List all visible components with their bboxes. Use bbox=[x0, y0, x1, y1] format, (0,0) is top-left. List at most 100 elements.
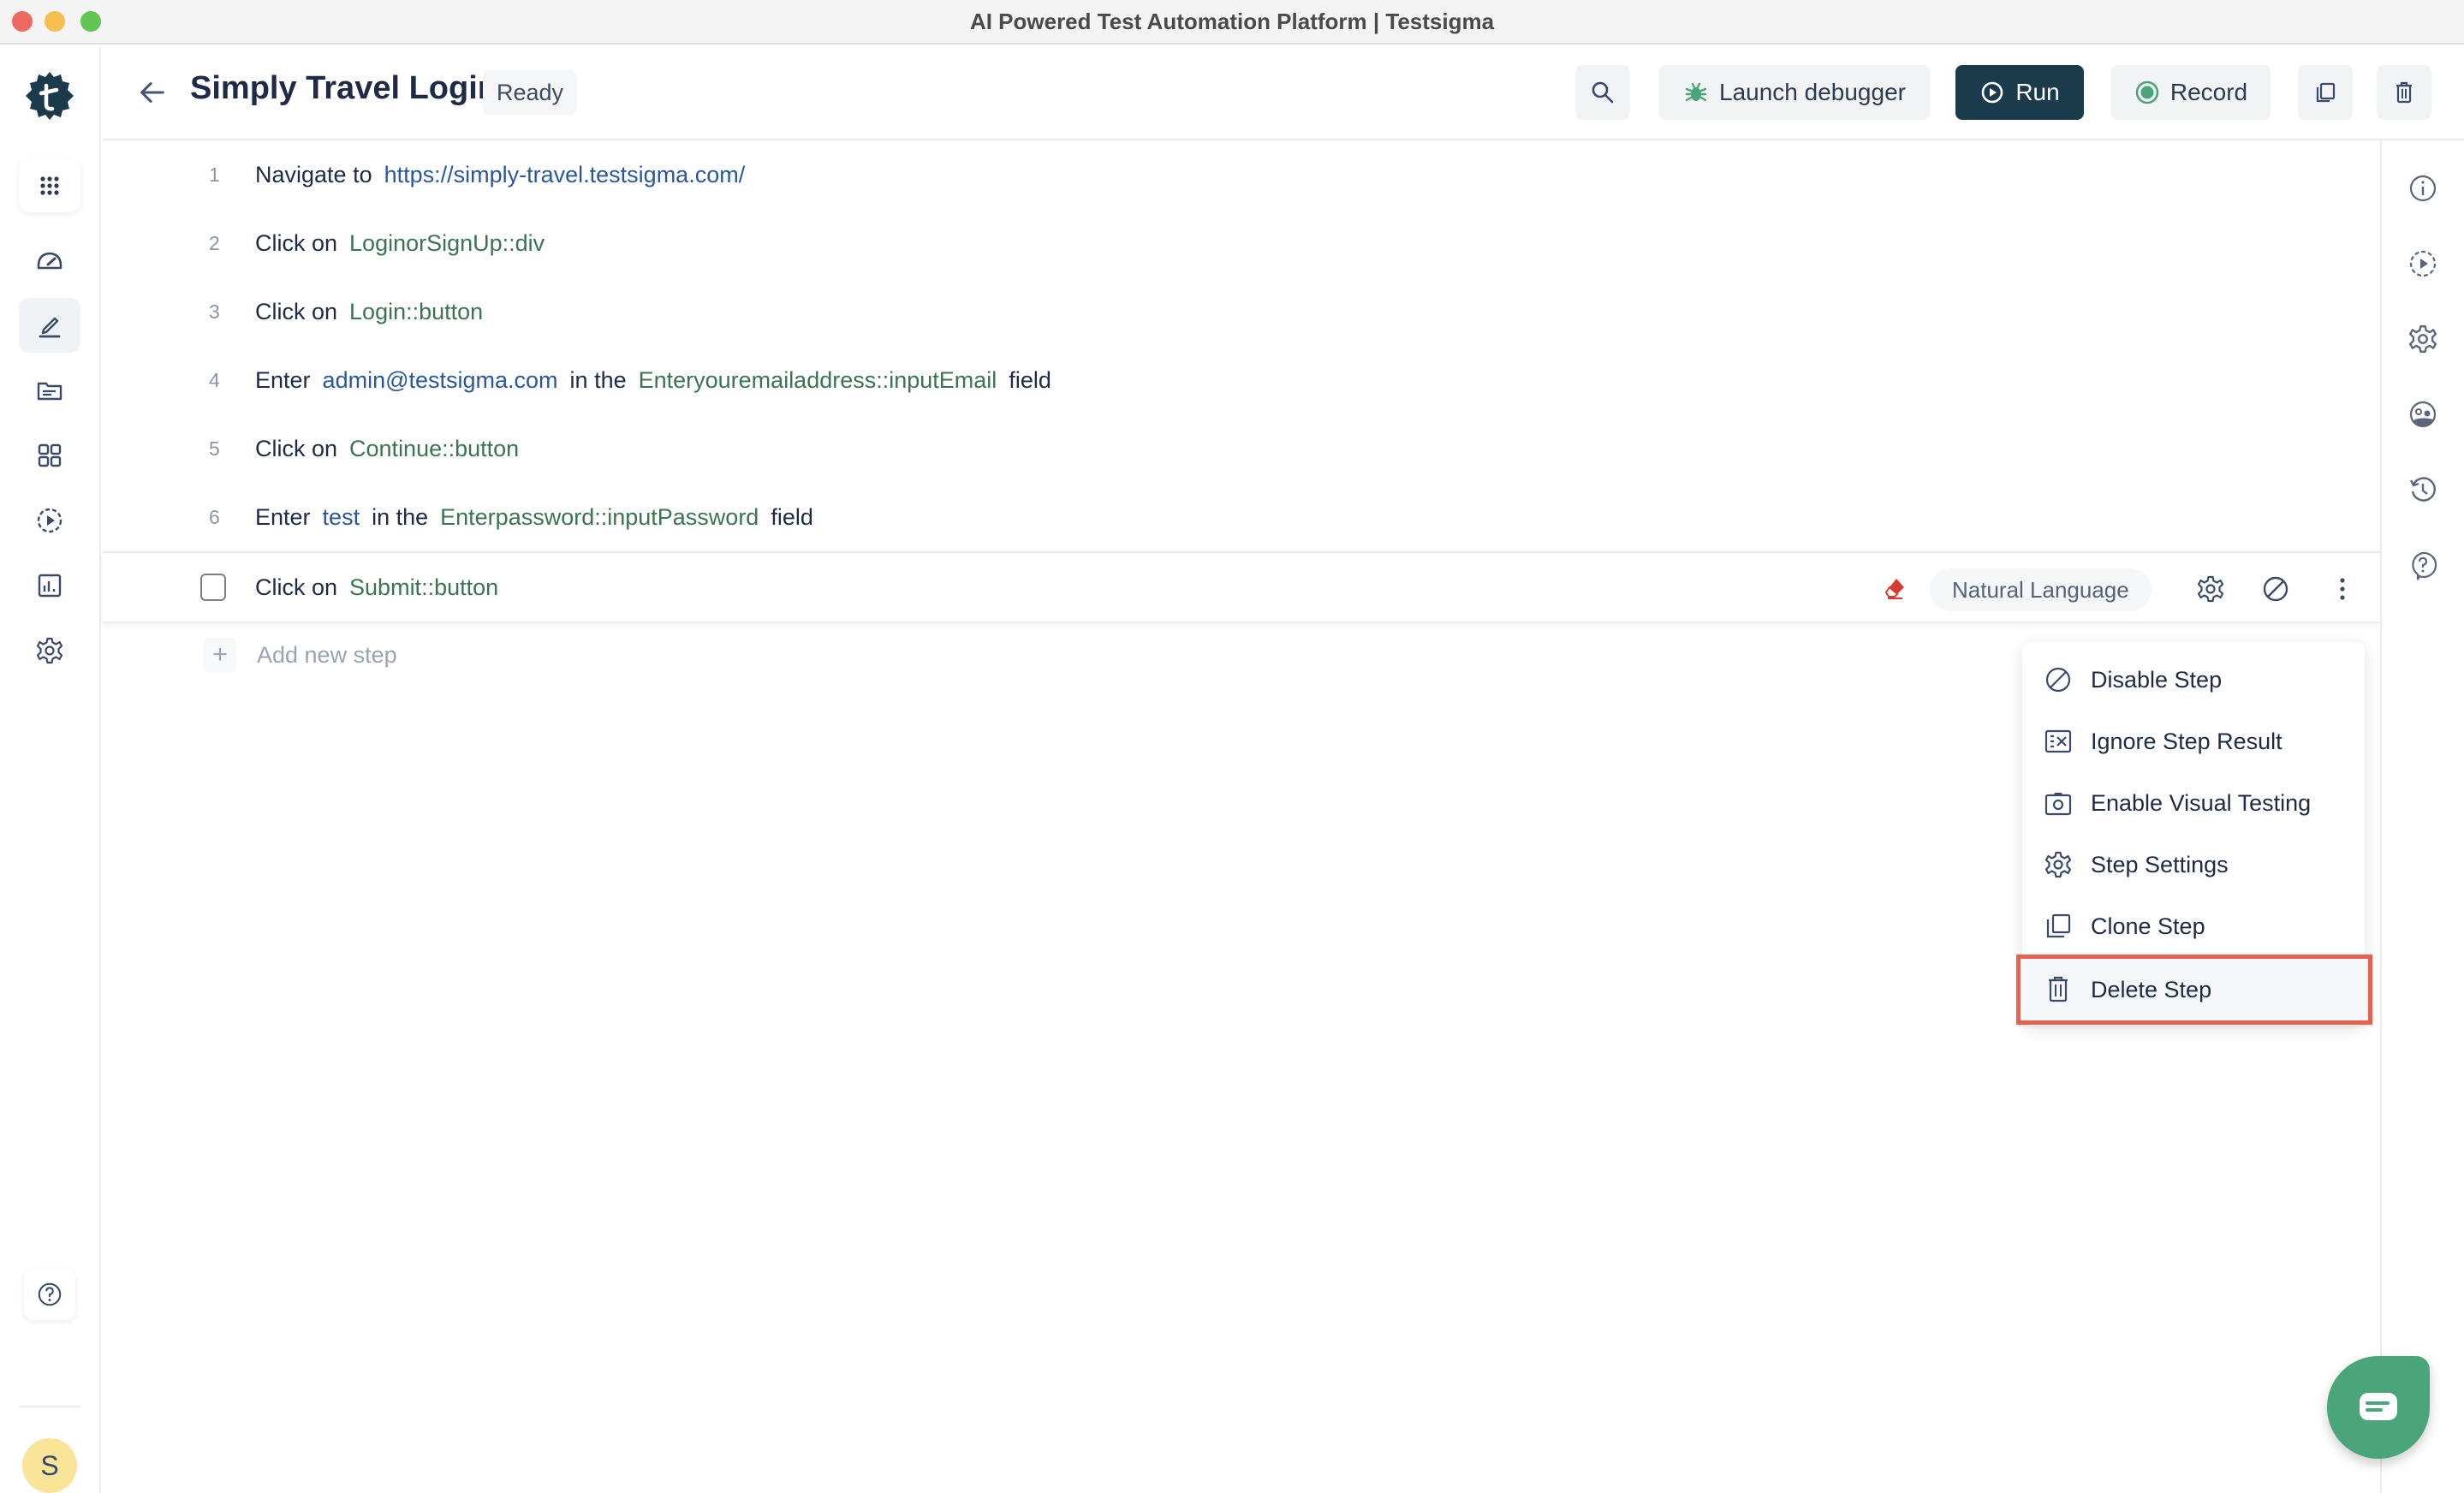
runs-button[interactable] bbox=[2406, 247, 2440, 281]
menu-item-enable-visual-testing[interactable]: Enable Visual Testing bbox=[2022, 772, 2365, 834]
user-avatar[interactable]: S bbox=[22, 1438, 77, 1493]
sidebar-item-reports[interactable] bbox=[19, 558, 80, 613]
step-text: Click on Login::button bbox=[255, 299, 483, 325]
step-context-menu: Disable Step Ignore Step Result Enable V… bbox=[2016, 642, 2372, 1026]
sidebar-item-runs[interactable] bbox=[19, 493, 80, 548]
step-action-text: field bbox=[1009, 366, 1051, 393]
gear-icon bbox=[2044, 851, 2072, 878]
history-button[interactable] bbox=[2406, 473, 2440, 507]
step-more-menu-button[interactable] bbox=[2327, 574, 2358, 604]
step-checkbox[interactable] bbox=[200, 574, 226, 601]
step-test-data-value[interactable]: https://simply-travel.testsigma.com/ bbox=[384, 162, 746, 188]
step-text: Navigate to https://simply-travel.testsig… bbox=[255, 162, 745, 188]
record-icon bbox=[2135, 80, 2159, 104]
step-row-selected[interactable]: Click on Submit::button Natural Language bbox=[103, 551, 2380, 623]
step-action-text: Click on bbox=[255, 229, 338, 256]
step-element-link[interactable]: Submit::button bbox=[349, 574, 498, 601]
step-element-link[interactable]: Continue::button bbox=[349, 436, 519, 462]
step-number: 2 bbox=[209, 231, 220, 254]
step-row[interactable]: 5 Click on Continue::button bbox=[103, 414, 2380, 483]
natural-language-toggle[interactable]: Natural Language bbox=[1930, 568, 2152, 611]
info-icon bbox=[2409, 175, 2437, 202]
delete-test-button[interactable] bbox=[2377, 65, 2431, 120]
clone-test-button[interactable] bbox=[2298, 65, 2353, 120]
help-chat-button[interactable] bbox=[2406, 548, 2440, 582]
step-settings-button[interactable] bbox=[2195, 574, 2226, 604]
testsigma-logo[interactable] bbox=[24, 70, 75, 122]
step-test-data-value[interactable]: test bbox=[323, 504, 360, 531]
chat-icon bbox=[2360, 1393, 2397, 1420]
sidebar-item-apps[interactable] bbox=[19, 159, 80, 212]
run-button[interactable]: Run bbox=[1955, 65, 2084, 120]
page-header: Simply Travel Login Ready Launch debugge… bbox=[103, 46, 2464, 140]
search-button[interactable] bbox=[1575, 65, 1630, 120]
eraser-icon[interactable] bbox=[1884, 575, 1909, 601]
menu-item-disable-step[interactable]: Disable Step bbox=[2022, 649, 2365, 711]
gear-icon bbox=[36, 637, 63, 664]
sidebar-item-test-data[interactable] bbox=[19, 363, 80, 418]
pencil-icon bbox=[39, 317, 61, 338]
step-element-link[interactable]: Enteryouremailaddress::inputEmail bbox=[639, 367, 997, 394]
step-number: 4 bbox=[209, 368, 220, 391]
plus-icon[interactable]: + bbox=[204, 638, 236, 672]
gear-icon bbox=[2409, 325, 2437, 353]
clone-icon bbox=[2316, 82, 2336, 103]
launch-debugger-label: Launch debugger bbox=[1719, 79, 1906, 105]
back-button[interactable] bbox=[134, 75, 171, 110]
step-action-text: Click on bbox=[255, 298, 338, 324]
help-chat-icon bbox=[2412, 551, 2437, 580]
disable-step-button[interactable] bbox=[2260, 574, 2291, 604]
help-button[interactable] bbox=[24, 1269, 75, 1320]
step-row[interactable]: 3 Click on Login::button bbox=[103, 277, 2380, 346]
step-test-data-value[interactable]: admin@testsigma.com bbox=[323, 367, 558, 394]
step-action-text: in the bbox=[372, 503, 429, 530]
menu-item-clone-step[interactable]: Clone Step bbox=[2022, 895, 2365, 957]
status-badge: Ready bbox=[483, 70, 578, 115]
step-text: Enter admin@testsigma.com in the Enteryoure… bbox=[255, 367, 1051, 394]
sidebar-divider bbox=[19, 1406, 80, 1407]
visual-testing-button[interactable] bbox=[2406, 397, 2440, 431]
record-button[interactable]: Record bbox=[2111, 65, 2271, 120]
speedometer-icon bbox=[37, 252, 62, 270]
settings-button[interactable] bbox=[2406, 322, 2440, 356]
menu-item-step-settings[interactable]: Step Settings bbox=[2022, 834, 2365, 895]
step-row[interactable]: 4 Enter admin@testsigma.com in the Enteryour… bbox=[103, 346, 2380, 414]
sidebar-item-settings[interactable] bbox=[19, 623, 80, 678]
chat-button[interactable] bbox=[2327, 1356, 2430, 1459]
camera-icon bbox=[2044, 793, 2072, 816]
step-row[interactable]: 1 Navigate to https://simply-travel.testsi… bbox=[103, 140, 2380, 209]
clone-icon bbox=[2046, 913, 2071, 938]
sidebar-item-elements[interactable] bbox=[19, 428, 80, 483]
step-action-text: Click on bbox=[255, 574, 338, 600]
logo-icon bbox=[26, 72, 74, 120]
step-text: Click on LoginorSignUp::div bbox=[255, 230, 545, 257]
step-element-link[interactable]: Login::button bbox=[349, 299, 483, 325]
menu-item-ignore-step-result[interactable]: Ignore Step Result bbox=[2022, 711, 2365, 772]
disable-icon bbox=[2045, 667, 2071, 693]
more-vertical-icon bbox=[2340, 578, 2345, 600]
menu-item-delete-step[interactable]: Delete Step bbox=[2016, 955, 2372, 1025]
sidebar-item-test-cases[interactable] bbox=[19, 298, 80, 353]
sidebar-item-dashboard[interactable] bbox=[19, 233, 80, 288]
dashed-play-icon bbox=[2409, 250, 2437, 277]
step-element-link[interactable]: Enterpassword::inputPassword bbox=[440, 504, 759, 531]
step-row[interactable]: 2 Click on LoginorSignUp::div bbox=[103, 209, 2380, 277]
history-icon bbox=[2409, 477, 2436, 502]
launch-debugger-button[interactable]: Launch debugger bbox=[1659, 65, 1930, 120]
step-element-link[interactable]: LoginorSignUp::div bbox=[349, 230, 545, 257]
step-number: 1 bbox=[209, 163, 220, 186]
step-text: Click on Continue::button bbox=[255, 436, 519, 462]
step-number: 5 bbox=[209, 437, 220, 460]
search-icon bbox=[1592, 81, 1614, 104]
info-button[interactable] bbox=[2406, 171, 2440, 205]
menu-item-label: Step Settings bbox=[2091, 851, 2229, 877]
add-new-step-label[interactable]: Add new step bbox=[257, 642, 397, 669]
step-action-text: Navigate to bbox=[255, 161, 372, 187]
step-text: Enter test in the Enterpassword::inputPassw… bbox=[255, 504, 813, 531]
ignore-result-icon bbox=[2044, 729, 2072, 753]
right-rail bbox=[2380, 140, 2464, 1493]
step-row[interactable]: 6 Enter test in the Enterpassword::inputPass… bbox=[103, 483, 2380, 551]
bug-icon bbox=[1685, 82, 1707, 102]
window-titlebar: AI Powered Test Automation Platform | Te… bbox=[0, 0, 2464, 45]
visual-test-icon bbox=[2409, 401, 2437, 428]
